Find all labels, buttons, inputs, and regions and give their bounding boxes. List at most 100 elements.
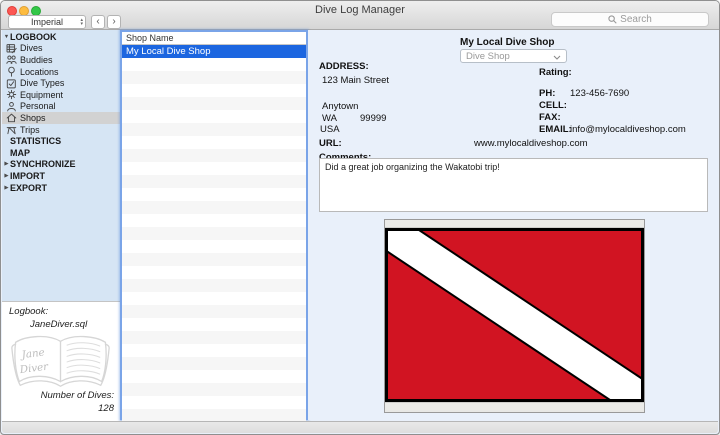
email-value[interactable]: info@mylocaldiveshop.com bbox=[570, 124, 686, 135]
shop-table-body: My Local Dive Shop bbox=[122, 45, 306, 422]
sidebar-item-label: Locations bbox=[20, 67, 59, 77]
sidebar-item-export[interactable]: ▶EXPORT bbox=[2, 182, 120, 194]
disclosure-right-icon[interactable]: ▶ bbox=[3, 170, 10, 182]
sidebar-item-dive-types[interactable]: Dive Types bbox=[2, 77, 120, 89]
units-select[interactable]: Imperial ▴▾ bbox=[8, 15, 86, 29]
shop-row-empty[interactable] bbox=[122, 201, 306, 214]
shop-row-empty[interactable] bbox=[122, 396, 306, 409]
address-street[interactable]: 123 Main Street bbox=[322, 75, 389, 86]
personal-icon bbox=[6, 101, 17, 112]
number-of-dives-value: 128 bbox=[98, 403, 114, 414]
search-icon bbox=[608, 15, 617, 24]
address-country[interactable]: USA bbox=[320, 124, 340, 135]
address-zip[interactable]: 99999 bbox=[360, 113, 386, 124]
forward-button[interactable]: › bbox=[107, 15, 121, 29]
shop-row-empty[interactable] bbox=[122, 318, 306, 331]
shop-row-empty[interactable] bbox=[122, 97, 306, 110]
cell-label: CELL: bbox=[539, 100, 567, 111]
rating-label: Rating: bbox=[539, 67, 572, 78]
units-select-value: Imperial bbox=[31, 17, 63, 27]
shop-row-empty[interactable] bbox=[122, 344, 306, 357]
shop-row-empty[interactable] bbox=[122, 84, 306, 97]
shop-table: Shop Name My Local Dive Shop bbox=[120, 30, 308, 420]
chevron-down-icon bbox=[553, 55, 561, 60]
chevron-right-icon: › bbox=[112, 16, 115, 27]
shop-row-empty[interactable] bbox=[122, 240, 306, 253]
logbook-label: Logbook: bbox=[9, 306, 48, 317]
disclosure-right-icon[interactable]: ▶ bbox=[3, 159, 10, 171]
shop-row-empty[interactable] bbox=[122, 357, 306, 370]
sidebar-item-equipment[interactable]: Equipment bbox=[2, 89, 120, 101]
address-label: ADDRESS: bbox=[319, 61, 369, 72]
sidebar-item-dives[interactable]: Dives bbox=[2, 43, 120, 55]
shop-row-empty[interactable] bbox=[122, 279, 306, 292]
shop-row-empty[interactable] bbox=[122, 214, 306, 227]
shop-row-empty[interactable] bbox=[122, 71, 306, 84]
window-bottom-bar bbox=[2, 421, 718, 433]
logbook-panel: Logbook: JaneDiver.sql bbox=[2, 301, 120, 421]
sidebar-item-label: Dive Types bbox=[20, 78, 64, 88]
shop-type-select[interactable]: Dive Shop bbox=[460, 49, 567, 63]
sidebar-item-trips[interactable]: Trips bbox=[2, 124, 120, 136]
sidebar-item-shops[interactable]: Shops bbox=[2, 112, 120, 124]
shop-row-empty[interactable] bbox=[122, 162, 306, 175]
shop-detail-panel: My Local Dive Shop Dive Shop ADDRESS: 12… bbox=[308, 30, 718, 420]
sidebar-item-personal[interactable]: Personal bbox=[2, 101, 120, 113]
email-label: EMAIL: bbox=[539, 124, 572, 135]
sidebar-item-label: Equipment bbox=[20, 90, 63, 100]
screen: Dive Log Manager Imperial ▴▾ ‹ › Search … bbox=[0, 0, 720, 435]
disclosure-right-icon[interactable]: ▶ bbox=[3, 182, 10, 194]
shop-row-empty[interactable] bbox=[122, 266, 306, 279]
sidebar-item-buddies[interactable]: Buddies bbox=[2, 54, 120, 66]
search-input[interactable]: Search bbox=[551, 12, 709, 27]
address-city[interactable]: Anytown bbox=[322, 101, 358, 112]
book-script-line1: Jane bbox=[19, 346, 45, 361]
shop-row-empty[interactable] bbox=[122, 149, 306, 162]
sidebar-item-label: MAP bbox=[10, 148, 30, 158]
shop-table-header[interactable]: Shop Name bbox=[122, 32, 306, 45]
disclosure-down-icon[interactable]: ▼ bbox=[3, 31, 10, 43]
main-area: ▼LOGBOOKDives Buddies LocationsDive Types E… bbox=[2, 30, 718, 421]
shop-row-empty[interactable] bbox=[122, 136, 306, 149]
sidebar-item-label: Shops bbox=[20, 113, 46, 123]
sidebar-item-synchronize[interactable]: ▶SYNCHRONIZE bbox=[2, 159, 120, 171]
shop-row-empty[interactable] bbox=[122, 227, 306, 240]
shop-row-empty[interactable] bbox=[122, 292, 306, 305]
shop-row-empty[interactable] bbox=[122, 123, 306, 136]
sidebar-item-statistics[interactable]: STATISTICS bbox=[2, 135, 120, 147]
shop-row-empty[interactable] bbox=[122, 370, 306, 383]
url-value[interactable]: www.mylocaldiveshop.com bbox=[474, 138, 588, 149]
sidebar-item-label: STATISTICS bbox=[10, 136, 61, 146]
shop-image-frame bbox=[384, 219, 645, 413]
search-placeholder: Search bbox=[620, 14, 652, 25]
comments-textarea[interactable]: Did a great job organizing the Wakatobi … bbox=[319, 158, 708, 212]
phone-value[interactable]: 123-456-7690 bbox=[570, 88, 629, 99]
equipment-icon bbox=[6, 89, 17, 100]
shop-row-empty[interactable] bbox=[122, 305, 306, 318]
shop-row-empty[interactable] bbox=[122, 188, 306, 201]
back-button[interactable]: ‹ bbox=[91, 15, 105, 29]
shop-row[interactable]: My Local Dive Shop bbox=[122, 45, 306, 58]
shop-row-empty[interactable] bbox=[122, 110, 306, 123]
logbook-book-image: Jane Diver bbox=[8, 332, 113, 390]
sidebar-item-label: Dives bbox=[20, 43, 43, 53]
sidebar-item-import[interactable]: ▶IMPORT bbox=[2, 170, 120, 182]
sidebar-item-logbook[interactable]: ▼LOGBOOK bbox=[2, 31, 120, 43]
sidebar-item-label: Buddies bbox=[20, 55, 53, 65]
url-label: URL: bbox=[319, 138, 342, 149]
buddies-icon bbox=[6, 54, 17, 65]
sidebar-item-map[interactable]: MAP bbox=[2, 147, 120, 159]
shop-row-empty[interactable] bbox=[122, 58, 306, 71]
image-frame-top-bar bbox=[385, 220, 644, 228]
phone-label: PH: bbox=[539, 88, 555, 99]
sidebar-item-label: Personal bbox=[20, 101, 56, 111]
address-state[interactable]: WA bbox=[322, 113, 337, 124]
shop-row-empty[interactable] bbox=[122, 331, 306, 344]
sidebar-tree: ▼LOGBOOKDives Buddies LocationsDive Types E… bbox=[2, 31, 120, 193]
sidebar-item-label: IMPORT bbox=[10, 171, 45, 181]
shop-row-empty[interactable] bbox=[122, 383, 306, 396]
shop-row-empty[interactable] bbox=[122, 175, 306, 188]
shop-row-empty[interactable] bbox=[122, 253, 306, 266]
dive-flag-image bbox=[385, 228, 644, 402]
sidebar-item-locations[interactable]: Locations bbox=[2, 66, 120, 78]
